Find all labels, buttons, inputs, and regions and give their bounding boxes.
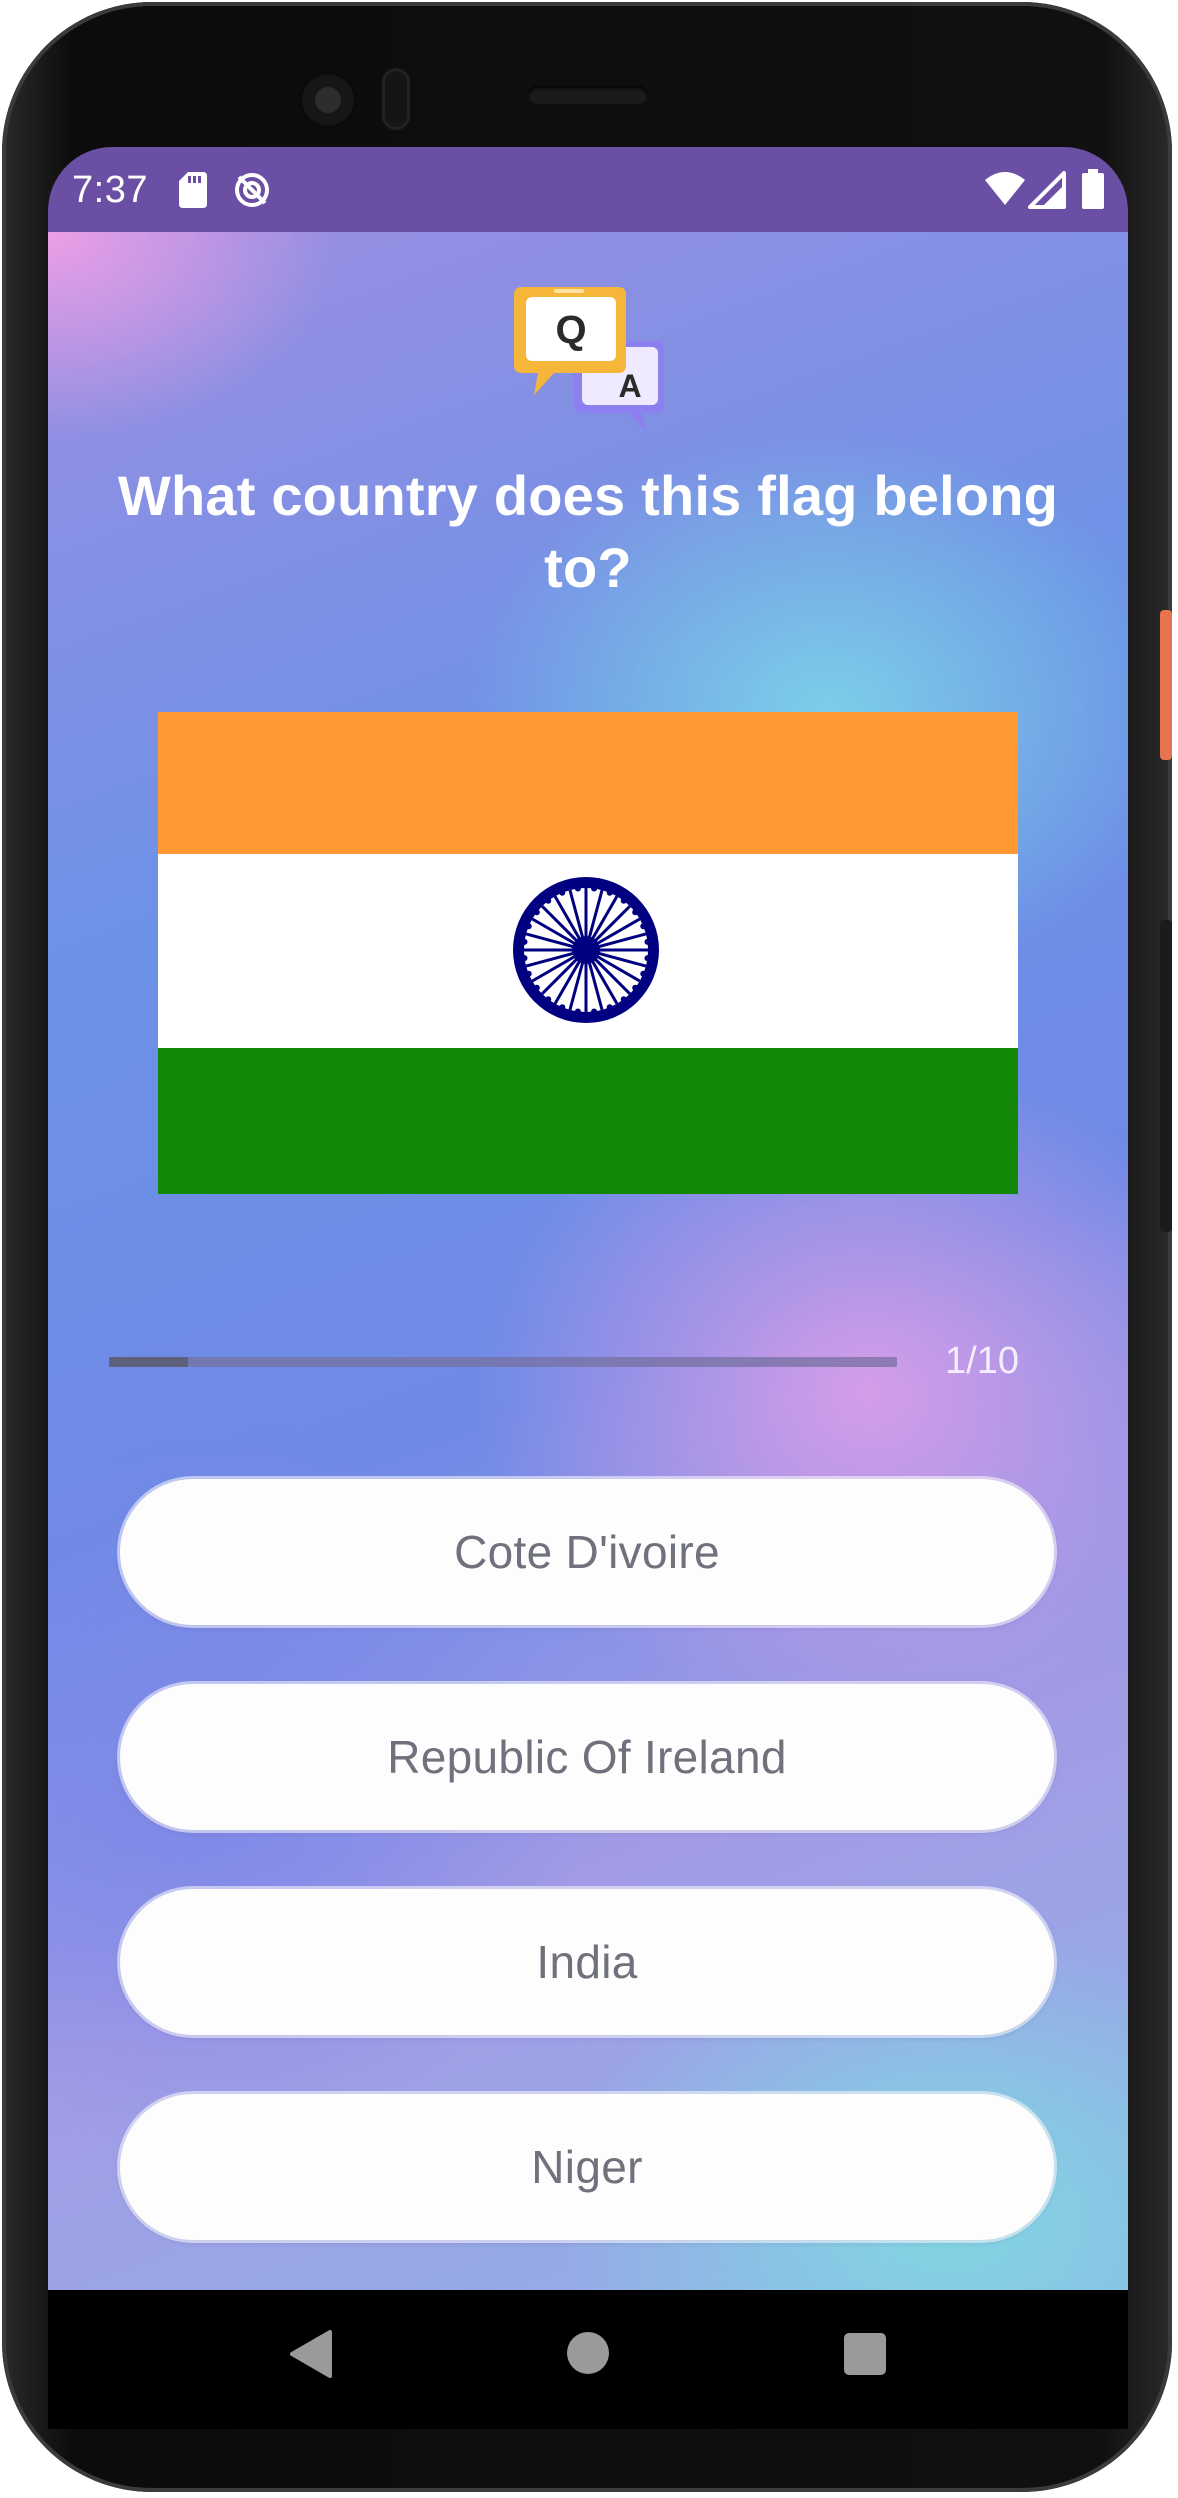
chakra-rim-dot	[620, 897, 627, 904]
chakra-rim-dot	[521, 955, 528, 962]
answer-option-4[interactable]: Niger	[120, 2094, 1054, 2240]
chakra-rim-dot	[525, 970, 532, 977]
sd-card-icon	[179, 172, 207, 208]
chakra-rim-dot	[574, 1008, 581, 1015]
chakra-rim-dot	[606, 889, 613, 896]
chakra-rim-dot	[559, 889, 566, 896]
chakra-rim-dot	[545, 996, 552, 1003]
phone-frame: 7:37 Q A What country does this flag bel…	[2, 2, 1172, 2492]
chakra-rim-dot	[640, 923, 647, 930]
chakra-rim-dot	[521, 938, 528, 945]
chakra-rim-dot	[533, 984, 540, 991]
wifi-icon	[985, 172, 1025, 205]
chakra-rim-dot	[591, 1008, 598, 1015]
volume-button	[1160, 920, 1172, 1232]
chakra-rim-dot	[591, 885, 598, 892]
chakra-rim-dot	[606, 1004, 613, 1011]
qa-chat-logo-icon: Q A	[514, 287, 664, 431]
chakra-rim-dot	[632, 984, 639, 991]
chakra-rim-dot	[644, 955, 651, 962]
screen: 7:37 Q A What country does this flag bel…	[48, 147, 1128, 2429]
status-time: 7:37	[72, 169, 148, 211]
question-counter: 1/10	[945, 1340, 1019, 1382]
chakra-rim-dot	[574, 885, 581, 892]
answer-option-2[interactable]: Republic Of Ireland	[120, 1684, 1054, 1830]
proximity-sensor	[382, 68, 410, 130]
status-bar: 7:37	[48, 147, 1128, 232]
chakra-rim-dot	[644, 938, 651, 945]
recents-icon[interactable]	[844, 2333, 886, 2375]
chakra-rim-dot	[559, 1004, 566, 1011]
qa-logo-a-letter: A	[618, 368, 641, 404]
chakra-rim-dot	[545, 897, 552, 904]
answer-option-3[interactable]: India	[120, 1889, 1054, 2035]
home-icon[interactable]	[567, 2332, 609, 2374]
quiz-progress-bar	[109, 1357, 897, 1367]
qa-logo-q-letter: Q	[555, 308, 586, 352]
chakra-rim-dot	[525, 923, 532, 930]
ashoka-chakra-icon	[513, 877, 659, 1023]
signal-icon	[1028, 171, 1066, 209]
sync-disabled-icon	[235, 173, 269, 207]
power-button	[1160, 610, 1172, 760]
earpiece-speaker	[528, 86, 648, 104]
question-text: What country does this flag belong to?	[117, 464, 1059, 599]
navigation-bar	[48, 2290, 1128, 2429]
quiz-progress-fill	[109, 1357, 188, 1367]
chakra-rim-dot	[640, 970, 647, 977]
chakra-rim-dot	[632, 909, 639, 916]
back-icon[interactable]	[286, 2329, 336, 2379]
india-flag-image	[158, 712, 1018, 1194]
chakra-rim-dot	[533, 909, 540, 916]
chakra-rim-dot	[620, 996, 627, 1003]
answer-option-1[interactable]: Cote D'ivoire	[120, 1479, 1054, 1625]
quiz-screen: Q A What country does this flag belong t…	[48, 232, 1128, 2290]
front-camera	[298, 70, 358, 130]
battery-icon	[1082, 169, 1104, 209]
